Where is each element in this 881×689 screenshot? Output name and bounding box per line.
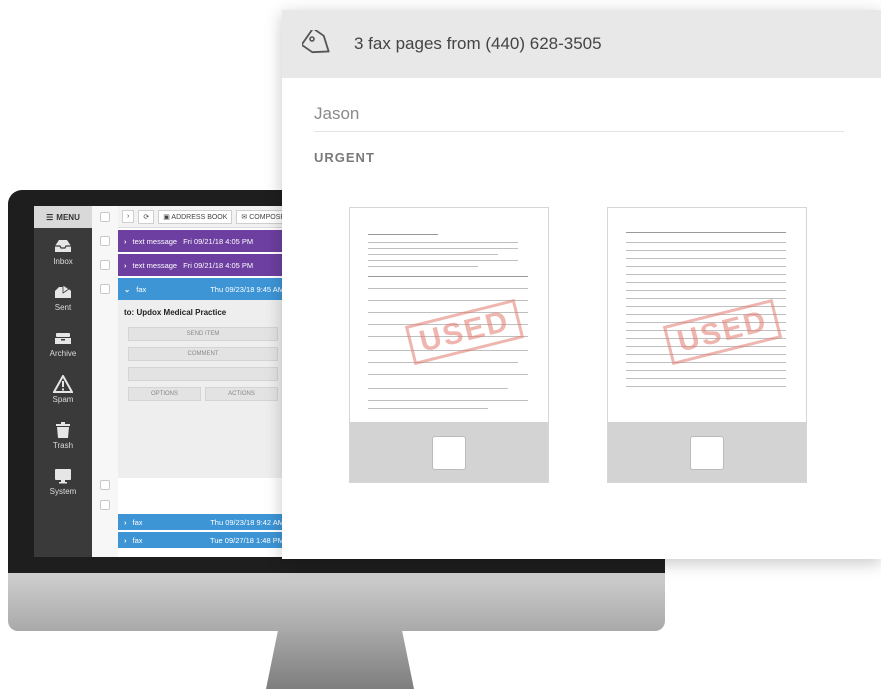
page-select-checkbox[interactable] (432, 436, 466, 470)
message-time: Fri 09/21/18 4:05 PM (183, 236, 254, 246)
list-toolbar: › ⟳ ▣ ADDRESS BOOK ✉ COMPOSE (118, 206, 291, 228)
message-row-expanded[interactable]: ⌄ fax Thu 09/23/18 9:45 AM (118, 278, 288, 300)
sidebar-item-label: Sent (54, 302, 72, 312)
menu-label: MENU (56, 212, 80, 222)
menu-icon: ☰ (46, 212, 54, 222)
chevron-right-icon[interactable]: › (122, 210, 135, 223)
message-list: › ⟳ ▣ ADDRESS BOOK ✉ COMPOSE › text mess… (118, 206, 291, 557)
sidebar-item-sent[interactable]: Sent (34, 274, 92, 320)
tag-icon (302, 30, 330, 54)
archive-icon (55, 332, 71, 344)
sidebar-item-spam[interactable]: Spam (34, 366, 92, 412)
blank-action-button[interactable] (128, 367, 278, 381)
compose-icon: ✉ (241, 213, 248, 221)
sidebar-item-label: Spam (52, 394, 74, 404)
recipient-line: to: Updox Medical Practice (124, 308, 227, 317)
row-checkbox[interactable] (100, 480, 110, 490)
panel-header: 3 fax pages from (440) 628-3505 (282, 10, 881, 78)
sender-name: Jason (314, 104, 360, 123)
row-checkbox[interactable] (100, 500, 110, 510)
sidebar: ☰ MENU Inbox Sent Archive Spam Trash Sys… (34, 206, 92, 557)
row-checkbox[interactable] (100, 260, 110, 270)
action-row: OPTIONS ACTIONS (128, 387, 278, 401)
chevron-right-icon: › (124, 517, 127, 527)
message-row[interactable]: › text message Fri 09/21/18 4:05 PM (118, 254, 288, 276)
monitor-chin (8, 573, 665, 631)
row-checkbox[interactable] (100, 212, 110, 222)
divider (314, 131, 844, 132)
address-book-label: ADDRESS BOOK (171, 213, 228, 221)
message-type: fax (132, 535, 143, 545)
warning-icon (53, 374, 73, 393)
chevron-down-icon: ⌄ (124, 284, 131, 294)
sent-icon (55, 283, 71, 298)
message-time: Tue 09/27/18 1:48 PM (210, 535, 284, 545)
options-button[interactable]: OPTIONS (128, 387, 201, 401)
fax-detail-panel: 3 fax pages from (440) 628-3505 Jason UR… (282, 10, 881, 559)
message-row[interactable]: › fax Thu 09/23/18 9:42 AM (118, 514, 288, 532)
row-checkbox[interactable] (100, 236, 110, 246)
message-time: Thu 09/23/18 9:45 AM (210, 284, 284, 294)
menu-button[interactable]: ☰ MENU (34, 206, 92, 228)
used-stamp: USED (404, 298, 525, 366)
message-row[interactable]: › text message Fri 09/21/18 4:05 PM (118, 230, 288, 252)
comment-button[interactable]: COMMENT (128, 347, 278, 361)
message-detail: to: Updox Medical Practice SEND ITEM COM… (118, 300, 288, 478)
chevron-right-icon: › (124, 236, 127, 246)
inbox-icon (55, 239, 71, 252)
message-type: text message (132, 260, 178, 270)
refresh-icon[interactable]: ⟳ (138, 209, 155, 224)
trash-icon (56, 421, 70, 438)
fax-page-image: USED (618, 216, 796, 416)
sidebar-item-label: System (49, 486, 77, 496)
address-book-button[interactable]: ▣ ADDRESS BOOK (158, 209, 233, 224)
message-time: Thu 09/23/18 9:42 AM (210, 517, 284, 527)
message-type: fax (132, 517, 143, 527)
chevron-right-icon: › (124, 260, 127, 270)
sidebar-item-system[interactable]: System (34, 458, 92, 504)
fax-page-thumbnail[interactable]: USED (349, 207, 549, 483)
message-time: Fri 09/21/18 4:05 PM (183, 260, 254, 270)
message-row[interactable]: › fax Tue 09/27/18 1:48 PM (118, 532, 288, 550)
sidebar-item-inbox[interactable]: Inbox (34, 228, 92, 274)
sidebar-item-trash[interactable]: Trash (34, 412, 92, 458)
checkbox-column (92, 206, 118, 557)
fax-page-thumbnail[interactable]: USED (607, 207, 807, 483)
monitor-stand (266, 631, 414, 689)
sidebar-item-label: Archive (49, 348, 77, 358)
message-type: text message (132, 236, 178, 246)
sidebar-item-label: Inbox (53, 256, 73, 266)
fax-page-image: USED (360, 216, 538, 416)
chevron-right-icon: › (124, 535, 127, 545)
used-stamp: USED (662, 298, 783, 366)
message-type: fax (136, 284, 147, 294)
sidebar-item-label: Trash (52, 440, 74, 450)
priority-label: URGENT (314, 150, 375, 165)
thumbnail-footer (350, 422, 548, 482)
compose-label: COMPOSE (249, 213, 286, 221)
address-book-icon: ▣ (163, 213, 170, 221)
sidebar-item-archive[interactable]: Archive (34, 320, 92, 366)
page-select-checkbox[interactable] (690, 436, 724, 470)
send-item-button[interactable]: SEND ITEM (128, 327, 278, 341)
row-checkbox[interactable] (100, 284, 110, 294)
actions-button[interactable]: ACTIONS (205, 387, 278, 401)
panel-title: 3 fax pages from (440) 628-3505 (354, 34, 602, 53)
monitor-icon (55, 468, 71, 483)
thumbnail-footer (608, 422, 806, 482)
